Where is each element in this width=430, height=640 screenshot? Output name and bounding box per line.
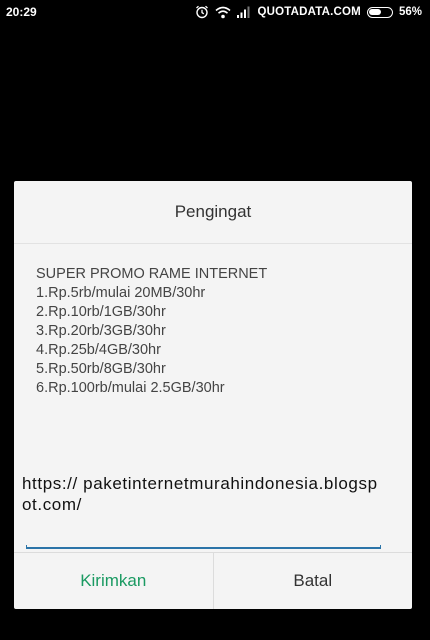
- dialog-button-row: Kirimkan Batal: [14, 552, 412, 609]
- message-line: 1.Rp.5rb/mulai 20MB/30hr: [36, 285, 206, 301]
- message-line: 3.Rp.20rb/3GB/30hr: [36, 323, 166, 339]
- message-line: SUPER PROMO RAME INTERNET: [36, 266, 268, 282]
- message-input[interactable]: https:// paketinternetmurahindonesia.blo…: [22, 474, 384, 547]
- status-time: 20:29: [6, 5, 37, 19]
- message-line: 2.Rp.10rb/1GB/30hr: [36, 304, 166, 320]
- send-button[interactable]: Kirimkan: [14, 553, 214, 609]
- dialog-title: Pengingat: [14, 181, 412, 244]
- wifi-icon: [215, 6, 231, 19]
- status-icons: QUOTADATA.COM 56%: [195, 3, 422, 21]
- message-line: 4.Rp.25b/4GB/30hr: [36, 342, 161, 358]
- dialog-message: SUPER PROMO RAME INTERNET 1.Rp.5rb/mulai …: [36, 265, 396, 398]
- cancel-button[interactable]: Batal: [214, 553, 413, 609]
- message-line: 5.Rp.50rb/8GB/30hr: [36, 361, 166, 377]
- battery-fill: [369, 9, 382, 15]
- reminder-dialog: Pengingat SUPER PROMO RAME INTERNET 1.Rp.…: [14, 181, 412, 609]
- message-line: 6.Rp.100rb/mulai 2.5GB/30hr: [36, 380, 225, 396]
- signal-icon: [237, 6, 251, 18]
- carrier-label: QUOTADATA.COM: [257, 6, 361, 18]
- battery-icon: [366, 6, 393, 18]
- input-underline: [26, 545, 381, 549]
- battery-percent: 56%: [398, 6, 422, 18]
- status-bar: 20:29 QUOTADATA.COM 56%: [0, 0, 430, 24]
- alarm-icon: [195, 5, 209, 19]
